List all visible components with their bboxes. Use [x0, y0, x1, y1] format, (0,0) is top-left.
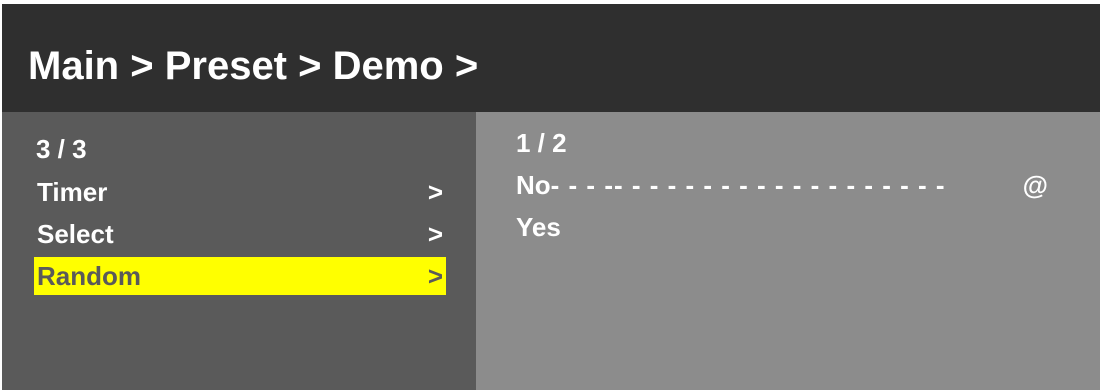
right-options-panel: 1 / 2 No- - - -- - - - - - - - - - - - -… — [476, 112, 1100, 390]
menu-item-random[interactable]: Random > — [34, 257, 446, 295]
option-no[interactable]: No- - - -- - - - - - - - - - - - - - - -… — [516, 166, 1056, 204]
current-value-marker: @ — [1022, 170, 1048, 200]
option-yes[interactable]: Yes — [516, 208, 1056, 246]
left-page-counter: 3 / 3 — [36, 134, 87, 164]
menu-item-timer[interactable]: Timer > — [34, 173, 446, 211]
left-menu-panel: 3 / 3 Timer > Select > Random > — [2, 112, 476, 390]
option-leader: - - - -- - - - - - - - - - - - - - - - -… — [550, 170, 946, 200]
chevron-right-icon: > — [427, 219, 443, 249]
right-page-counter: 1 / 2 — [516, 128, 567, 158]
menu-header: Main > Preset > Demo > — [2, 4, 1100, 112]
menu-item-label: Random — [37, 261, 141, 291]
menu-item-select[interactable]: Select > — [34, 215, 446, 253]
breadcrumb: Main > Preset > Demo > — [28, 44, 479, 88]
chevron-right-icon: > — [427, 177, 443, 207]
option-label: Yes — [516, 212, 561, 242]
menu-item-label: Timer — [37, 177, 108, 207]
chevron-right-icon: > — [427, 261, 443, 291]
option-label: No — [516, 170, 551, 200]
menu-item-label: Select — [37, 219, 114, 249]
menu-screen: Main > Preset > Demo > 3 / 3 Timer > Sel… — [2, 4, 1100, 390]
